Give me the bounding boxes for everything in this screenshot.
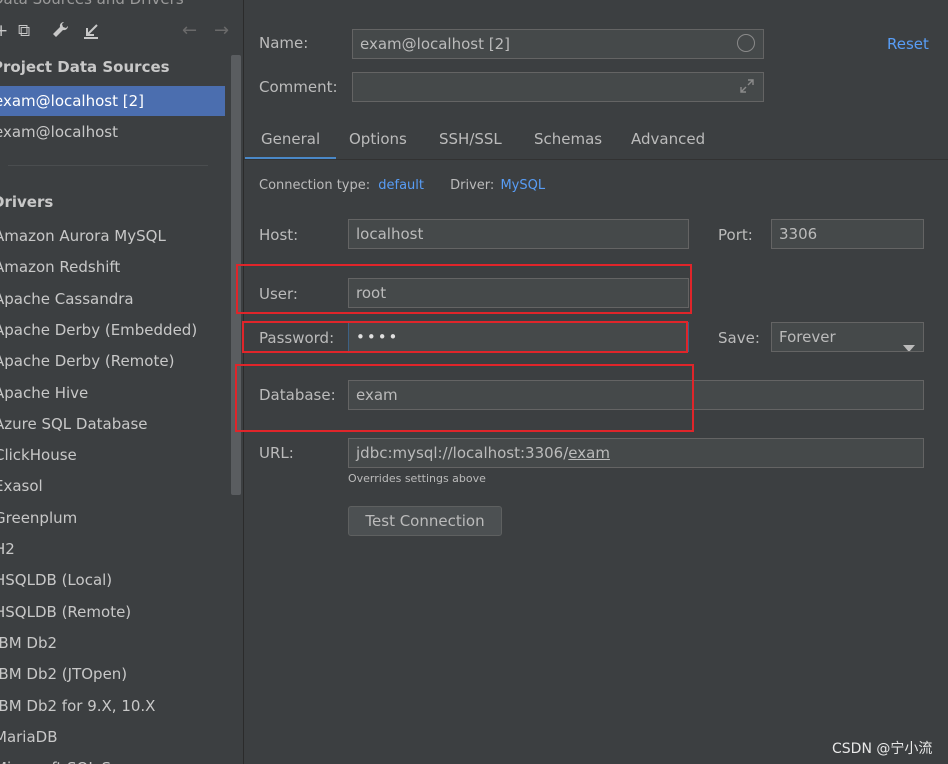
url-input[interactable]: jdbc:mysql://localhost:3306/exam (348, 438, 924, 468)
save-select-value: Forever (779, 328, 836, 346)
expand-icon[interactable] (739, 78, 755, 98)
driver-item[interactable]: HSQLDB (Remote) (0, 597, 131, 628)
test-connection-button[interactable]: Test Connection (348, 506, 502, 536)
drivers-title: Drivers (0, 193, 54, 211)
user-highlight-box (236, 264, 692, 314)
copy-icon[interactable]: ⧉ (18, 21, 30, 41)
url-hint: Overrides settings above (348, 472, 486, 485)
add-icon[interactable]: + (0, 21, 8, 41)
sidebar-divider (8, 165, 208, 166)
port-input[interactable]: 3306 (771, 219, 924, 249)
driver-item[interactable]: Microsoft SQL Server (0, 753, 151, 764)
import-icon[interactable] (82, 22, 100, 44)
port-label: Port: (718, 226, 753, 244)
name-input[interactable]: exam@localhost [2] (352, 29, 764, 59)
driver-item[interactable]: ClickHouse (0, 440, 77, 471)
driver-link[interactable]: MySQL (500, 178, 545, 193)
driver-item[interactable]: Amazon Redshift (0, 252, 120, 283)
comment-input[interactable] (352, 72, 764, 102)
connection-type-label: Connection type: (259, 178, 371, 193)
data-sources-sidebar: Data Sources and Drivers + ⧉ ← → Project… (0, 0, 244, 764)
driver-item[interactable]: Exasol (0, 471, 43, 502)
data-source-item[interactable]: exam@localhost (0, 117, 225, 147)
window-title: Data Sources and Drivers (0, 0, 184, 8)
tab-divider (244, 159, 948, 160)
host-label: Host: (259, 226, 299, 244)
driver-item[interactable]: IBM Db2 (JTOpen) (0, 659, 127, 690)
driver-item[interactable]: HSQLDB (Local) (0, 565, 112, 596)
driver-label: Driver: (450, 178, 495, 193)
connection-type-link[interactable]: default (378, 178, 424, 193)
driver-item[interactable]: Apache Cassandra (0, 284, 134, 315)
back-arrow-icon[interactable]: ← (182, 20, 197, 41)
host-input-value: localhost (356, 225, 424, 243)
chevron-down-icon (903, 334, 915, 351)
tab-ssh-ssl[interactable]: SSH/SSL (423, 124, 518, 160)
data-source-label: exam@localhost [2] (0, 92, 144, 110)
color-circle-icon[interactable] (737, 34, 755, 52)
driver-item[interactable]: IBM Db2 for 9.X, 10.X (0, 691, 155, 722)
tab-advanced[interactable]: Advanced (615, 124, 721, 160)
forward-arrow-icon[interactable]: → (214, 20, 229, 41)
driver-item[interactable]: Apache Derby (Embedded) (0, 315, 197, 346)
tab-schemas[interactable]: Schemas (518, 124, 618, 160)
project-data-sources-title: Project Data Sources (0, 58, 170, 76)
driver-item[interactable]: MariaDB (0, 722, 58, 753)
name-label: Name: (259, 34, 309, 52)
driver-item[interactable]: H2 (0, 534, 15, 565)
save-select[interactable]: Forever (771, 322, 924, 352)
password-highlight-box (242, 321, 688, 353)
driver-item[interactable]: Azure SQL Database (0, 409, 148, 440)
driver-item[interactable]: Amazon Aurora MySQL (0, 221, 166, 252)
data-source-item-selected[interactable]: exam@localhost [2] (0, 86, 225, 116)
reset-link[interactable]: Reset (887, 35, 929, 53)
tab-general[interactable]: General (245, 124, 337, 160)
driver-item[interactable]: Apache Derby (Remote) (0, 346, 174, 377)
name-input-value: exam@localhost [2] (360, 35, 510, 53)
driver-item[interactable]: IBM Db2 (0, 628, 57, 659)
driver-item[interactable]: Greenplum (0, 503, 77, 534)
database-highlight-box (235, 364, 694, 432)
url-prefix: jdbc:mysql://localhost:3306/ (356, 444, 569, 462)
url-label: URL: (259, 444, 294, 462)
data-source-label: exam@localhost (0, 123, 118, 141)
tab-options[interactable]: Options (333, 124, 423, 160)
connection-type-row: Connection type: default Driver: MySQL (259, 178, 545, 193)
csdn-watermark: CSDN @宁小流 (832, 741, 933, 757)
save-label: Save: (718, 329, 760, 347)
url-database: exam (568, 444, 610, 462)
host-input[interactable]: localhost (348, 219, 689, 249)
comment-label: Comment: (259, 78, 338, 96)
port-input-value: 3306 (779, 225, 818, 243)
wrench-icon[interactable] (50, 20, 70, 44)
driver-item[interactable]: Apache Hive (0, 378, 88, 409)
